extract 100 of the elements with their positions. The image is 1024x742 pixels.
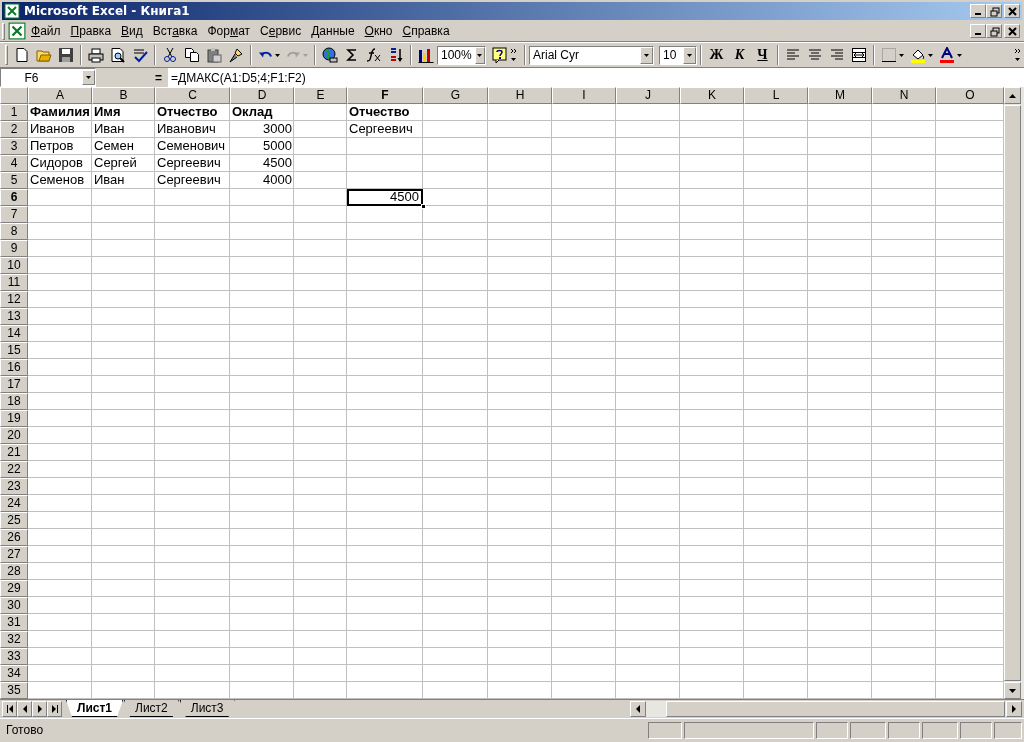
row-header[interactable]: 6: [0, 189, 28, 206]
column-header[interactable]: M: [808, 87, 872, 104]
column-header[interactable]: I: [552, 87, 616, 104]
column-header[interactable]: G: [423, 87, 488, 104]
scroll-up-button[interactable]: [1004, 87, 1021, 104]
row-header[interactable]: 15: [0, 342, 28, 359]
menu-item[interactable]: Файл: [26, 22, 66, 40]
table-cell[interactable]: 4500: [347, 189, 423, 206]
row-header[interactable]: 27: [0, 546, 28, 563]
row-header[interactable]: 22: [0, 461, 28, 478]
column-header[interactable]: E: [294, 87, 347, 104]
menu-item[interactable]: Вставка: [147, 22, 203, 40]
column-header[interactable]: K: [680, 87, 744, 104]
sheet-tab[interactable]: Лист3: [179, 700, 235, 717]
column-header[interactable]: F: [347, 87, 423, 104]
table-cell[interactable]: Имя: [92, 104, 155, 121]
previous-sheet-button[interactable]: [17, 701, 32, 717]
sheet-tab[interactable]: Лист1: [66, 700, 124, 717]
scroll-right-button[interactable]: [1006, 701, 1022, 717]
dropdown-button[interactable]: [82, 70, 95, 85]
table-cell[interactable]: Сидоров: [28, 155, 92, 172]
row-header[interactable]: 8: [0, 223, 28, 240]
table-cell[interactable]: Семен: [92, 138, 155, 155]
row-header[interactable]: 3: [0, 138, 28, 155]
row-header[interactable]: 1: [0, 104, 28, 121]
formula-field[interactable]: =ДМАКС(A1:D5;4;F1:F2): [168, 68, 1024, 87]
window-minimize-button[interactable]: [970, 4, 986, 18]
row-header[interactable]: 34: [0, 665, 28, 682]
vertical-scrollbar[interactable]: [1004, 87, 1024, 699]
scroll-left-button[interactable]: [630, 701, 646, 717]
column-header[interactable]: A: [28, 87, 92, 104]
equals-button[interactable]: =: [155, 70, 162, 85]
window-close-button[interactable]: [1004, 4, 1020, 18]
name-box[interactable]: F6: [0, 68, 96, 87]
next-sheet-button[interactable]: [32, 701, 47, 717]
column-header[interactable]: L: [744, 87, 808, 104]
menu-bar-handle[interactable]: [2, 22, 5, 40]
document-restore-button[interactable]: [986, 24, 1002, 38]
row-header[interactable]: 30: [0, 597, 28, 614]
scrollbar-thumb[interactable]: [1004, 105, 1021, 681]
row-header[interactable]: 19: [0, 410, 28, 427]
row-header[interactable]: 12: [0, 291, 28, 308]
menu-item[interactable]: Правка: [65, 22, 117, 40]
table-cell[interactable]: Сергей: [92, 155, 155, 172]
row-header[interactable]: 11: [0, 274, 28, 291]
row-header[interactable]: 7: [0, 206, 28, 223]
row-header[interactable]: 2: [0, 121, 28, 138]
table-cell[interactable]: Сергеевич: [155, 172, 230, 189]
table-cell[interactable]: Сергеевич: [155, 155, 230, 172]
row-header[interactable]: 26: [0, 529, 28, 546]
table-cell[interactable]: Иван: [92, 172, 155, 189]
column-header[interactable]: J: [616, 87, 680, 104]
table-cell[interactable]: Сергеевич: [347, 121, 423, 138]
dropdown-button[interactable]: [640, 46, 653, 64]
menu-item[interactable]: Справка: [397, 22, 455, 40]
menu-item[interactable]: Сервис: [255, 22, 307, 40]
row-header[interactable]: 33: [0, 648, 28, 665]
sheet-tab[interactable]: Лист2: [124, 700, 179, 717]
document-close-button[interactable]: [1004, 24, 1020, 38]
row-header[interactable]: 25: [0, 512, 28, 529]
column-header[interactable]: H: [488, 87, 552, 104]
italic-button[interactable]: К: [728, 44, 751, 66]
table-cell[interactable]: 3000: [230, 121, 294, 138]
row-header[interactable]: 35: [0, 682, 28, 699]
table-cell[interactable]: Отчество: [347, 104, 423, 121]
menu-item[interactable]: Данные: [306, 22, 360, 40]
table-cell[interactable]: 4000: [230, 172, 294, 189]
row-header[interactable]: 21: [0, 444, 28, 461]
row-header[interactable]: 32: [0, 631, 28, 648]
table-cell[interactable]: Иванов: [28, 121, 92, 138]
table-cell[interactable]: Иванович: [155, 121, 230, 138]
zoom-dropdown[interactable]: 100%: [437, 45, 486, 65]
table-cell[interactable]: Оклад: [230, 104, 294, 121]
bold-button[interactable]: Ж: [705, 44, 728, 66]
document-minimize-button[interactable]: [970, 24, 986, 38]
row-header[interactable]: 24: [0, 495, 28, 512]
first-sheet-button[interactable]: [2, 701, 17, 717]
menu-item[interactable]: Вид: [116, 22, 148, 40]
dropdown-button[interactable]: [683, 46, 696, 64]
row-header[interactable]: 14: [0, 325, 28, 342]
menu-item[interactable]: Формат: [202, 22, 256, 40]
table-cell[interactable]: Фамилия: [28, 104, 92, 121]
row-header[interactable]: 16: [0, 359, 28, 376]
fill-handle[interactable]: [421, 204, 426, 209]
table-cell[interactable]: 5000: [230, 138, 294, 155]
underline-button[interactable]: Ч: [751, 44, 774, 66]
column-header[interactable]: N: [872, 87, 936, 104]
toolbar-handle[interactable]: [5, 45, 8, 65]
dropdown-button[interactable]: [474, 46, 485, 64]
row-header[interactable]: 13: [0, 308, 28, 325]
row-header[interactable]: 31: [0, 614, 28, 631]
table-cell[interactable]: Отчество: [155, 104, 230, 121]
last-sheet-button[interactable]: [47, 701, 62, 717]
menu-item[interactable]: Окно: [359, 22, 398, 40]
row-header[interactable]: 18: [0, 393, 28, 410]
scroll-down-button[interactable]: [1004, 682, 1021, 699]
row-header[interactable]: 10: [0, 257, 28, 274]
row-header[interactable]: 4: [0, 155, 28, 172]
row-header[interactable]: 5: [0, 172, 28, 189]
row-header[interactable]: 9: [0, 240, 28, 257]
